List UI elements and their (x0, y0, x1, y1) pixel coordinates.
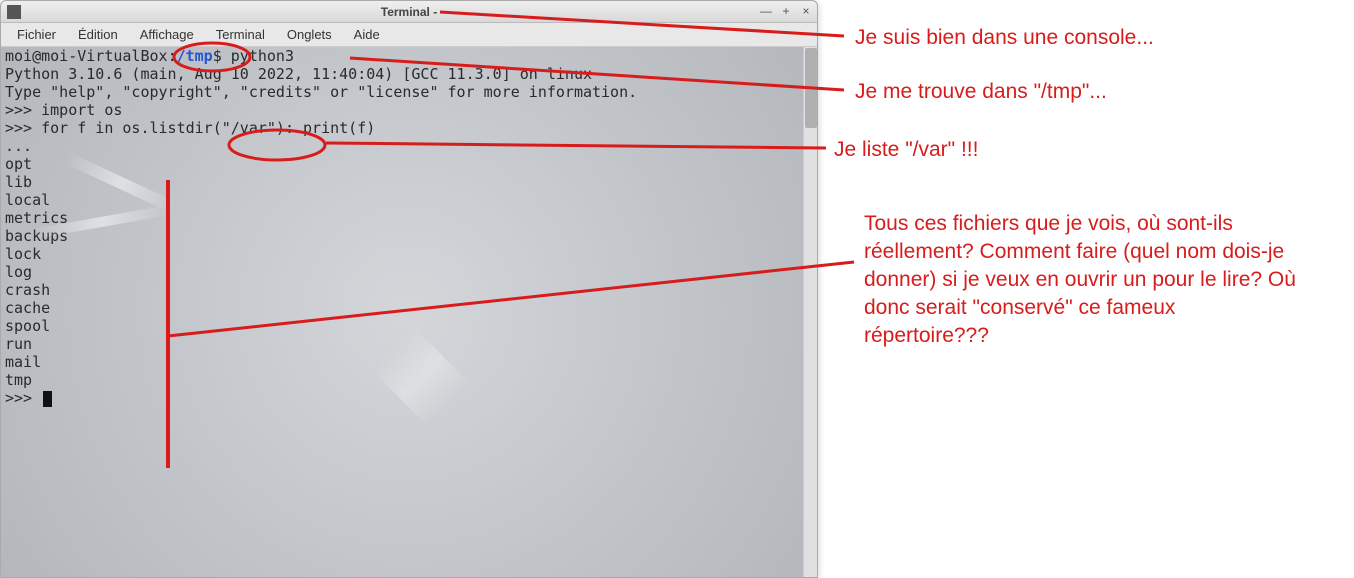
prompt-line: moi@moi-VirtualBox:/tmp$ python3 (1, 47, 817, 65)
annotation-files: Tous ces fichiers que je vois, où sont-i… (864, 210, 1304, 350)
minimize-button[interactable]: — (759, 5, 773, 19)
output-line: >>> for f in os.listdir("/var"): print(f… (1, 119, 817, 137)
annotation-console: Je suis bien dans une console... (855, 24, 1154, 52)
menu-help[interactable]: Aide (344, 25, 390, 44)
output-line: >>> import os (1, 101, 817, 119)
prompt-line-empty: >>> (1, 389, 817, 407)
close-button[interactable]: × (799, 5, 813, 19)
output-line: lock (1, 245, 817, 263)
command-text: python3 (231, 47, 294, 65)
window-title: Terminal - (381, 5, 437, 19)
terminal-window: Terminal - — + × Fichier Édition Afficha… (0, 0, 818, 578)
output-line: local (1, 191, 817, 209)
output-line: crash (1, 281, 817, 299)
annotation-var: Je liste "/var" !!! (834, 136, 978, 164)
maximize-button[interactable]: + (779, 5, 793, 19)
prompt-sep: : (168, 47, 177, 65)
prompt-user: moi@moi-VirtualBox (5, 47, 168, 65)
annotation-tmp: Je me trouve dans "/tmp"... (855, 78, 1107, 106)
scrollbar[interactable] (803, 47, 817, 577)
output-line: metrics (1, 209, 817, 227)
menu-terminal[interactable]: Terminal (206, 25, 275, 44)
cursor-icon (43, 391, 52, 407)
prompt-symbol: $ (213, 47, 222, 65)
output-line: Python 3.10.6 (main, Aug 10 2022, 11:40:… (1, 65, 817, 83)
menu-view[interactable]: Affichage (130, 25, 204, 44)
menu-tabs[interactable]: Onglets (277, 25, 342, 44)
scrollbar-thumb[interactable] (805, 48, 817, 128)
terminal-app-icon (7, 5, 21, 19)
menubar: Fichier Édition Affichage Terminal Ongle… (1, 23, 817, 47)
titlebar[interactable]: Terminal - — + × (1, 1, 817, 23)
output-line: mail (1, 353, 817, 371)
menu-edit[interactable]: Édition (68, 25, 128, 44)
output-line: spool (1, 317, 817, 335)
output-line: log (1, 263, 817, 281)
prompt-path: /tmp (177, 47, 213, 65)
output-line: tmp (1, 371, 817, 389)
output-line: Type "help", "copyright", "credits" or "… (1, 83, 817, 101)
repl-prompt: >>> (5, 389, 41, 407)
window-controls: — + × (759, 5, 813, 19)
output-line: run (1, 335, 817, 353)
output-line: backups (1, 227, 817, 245)
output-line: ... (1, 137, 817, 155)
output-line: opt (1, 155, 817, 173)
output-line: cache (1, 299, 817, 317)
menu-file[interactable]: Fichier (7, 25, 66, 44)
output-line: lib (1, 173, 817, 191)
terminal-body[interactable]: moi@moi-VirtualBox:/tmp$ python3 Python … (1, 47, 817, 577)
